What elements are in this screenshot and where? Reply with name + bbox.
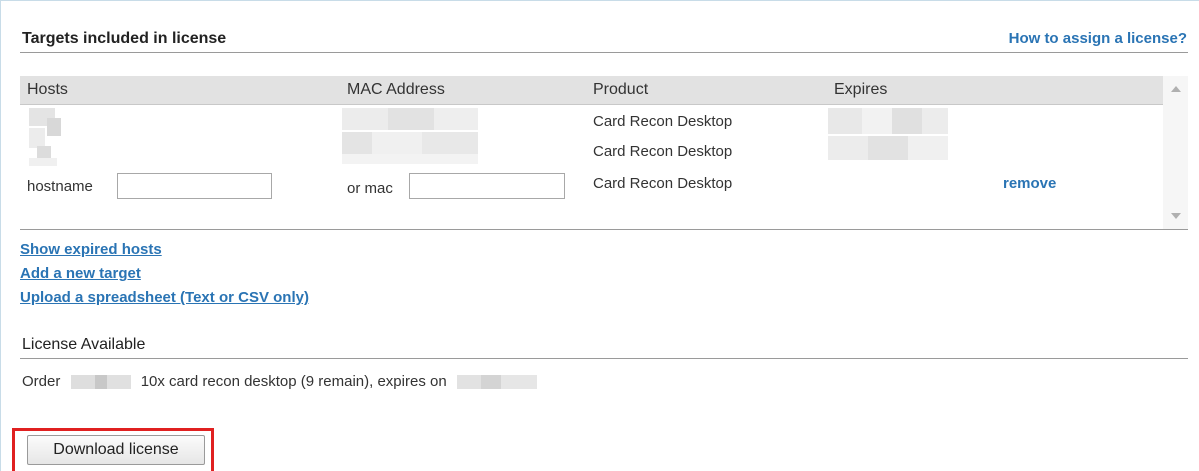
- license-available-title: License Available: [22, 336, 146, 353]
- hostname-input[interactable]: [117, 173, 272, 199]
- column-header-hosts: Hosts: [27, 81, 68, 98]
- mac-label: or mac: [347, 180, 393, 197]
- redacted-order-number: [70, 375, 131, 390]
- order-description: 10x card recon desktop (9 remain), expir…: [140, 373, 447, 390]
- table-scrollbar[interactable]: [1163, 76, 1188, 229]
- order-line: Order 10x card recon desktop (9 remain),…: [22, 373, 537, 390]
- upload-spreadsheet-link[interactable]: Upload a spreadsheet (Text or CSV only): [20, 289, 309, 306]
- add-new-target-link[interactable]: Add a new target: [20, 265, 141, 282]
- license-divider: [20, 358, 1188, 359]
- scroll-up-icon[interactable]: [1171, 86, 1181, 92]
- hostname-label: hostname: [27, 178, 93, 195]
- product-cell: Card Recon Desktop: [593, 113, 733, 130]
- help-link[interactable]: How to assign a license?: [1009, 30, 1187, 47]
- scroll-down-icon[interactable]: [1171, 213, 1181, 219]
- product-cell: Card Recon Desktop: [593, 175, 733, 192]
- mac-input[interactable]: [409, 173, 565, 199]
- download-license-button[interactable]: Download license: [27, 435, 205, 465]
- panel-top-border: [0, 0, 1199, 7]
- remove-link[interactable]: remove: [1003, 175, 1056, 192]
- targets-table: Hosts MAC Address Product Expires Card R…: [20, 76, 1188, 231]
- table-divider: [20, 229, 1188, 230]
- redacted-hosts: [29, 108, 69, 166]
- show-expired-hosts-link[interactable]: Show expired hosts: [20, 241, 162, 258]
- column-header-mac: MAC Address: [347, 81, 445, 98]
- panel-left-border: [0, 0, 1, 471]
- product-cell: Card Recon Desktop: [593, 143, 733, 160]
- title-divider: [20, 52, 1188, 53]
- table-header: Hosts MAC Address Product Expires: [20, 76, 1163, 105]
- redacted-expiry-dates: [828, 108, 952, 166]
- redacted-expiry-date: [456, 375, 537, 390]
- column-header-expires: Expires: [834, 81, 888, 98]
- section-title: Targets included in license: [22, 30, 227, 47]
- column-header-product: Product: [593, 81, 649, 98]
- order-prefix: Order: [22, 373, 61, 390]
- redacted-mac-addresses: [342, 108, 482, 166]
